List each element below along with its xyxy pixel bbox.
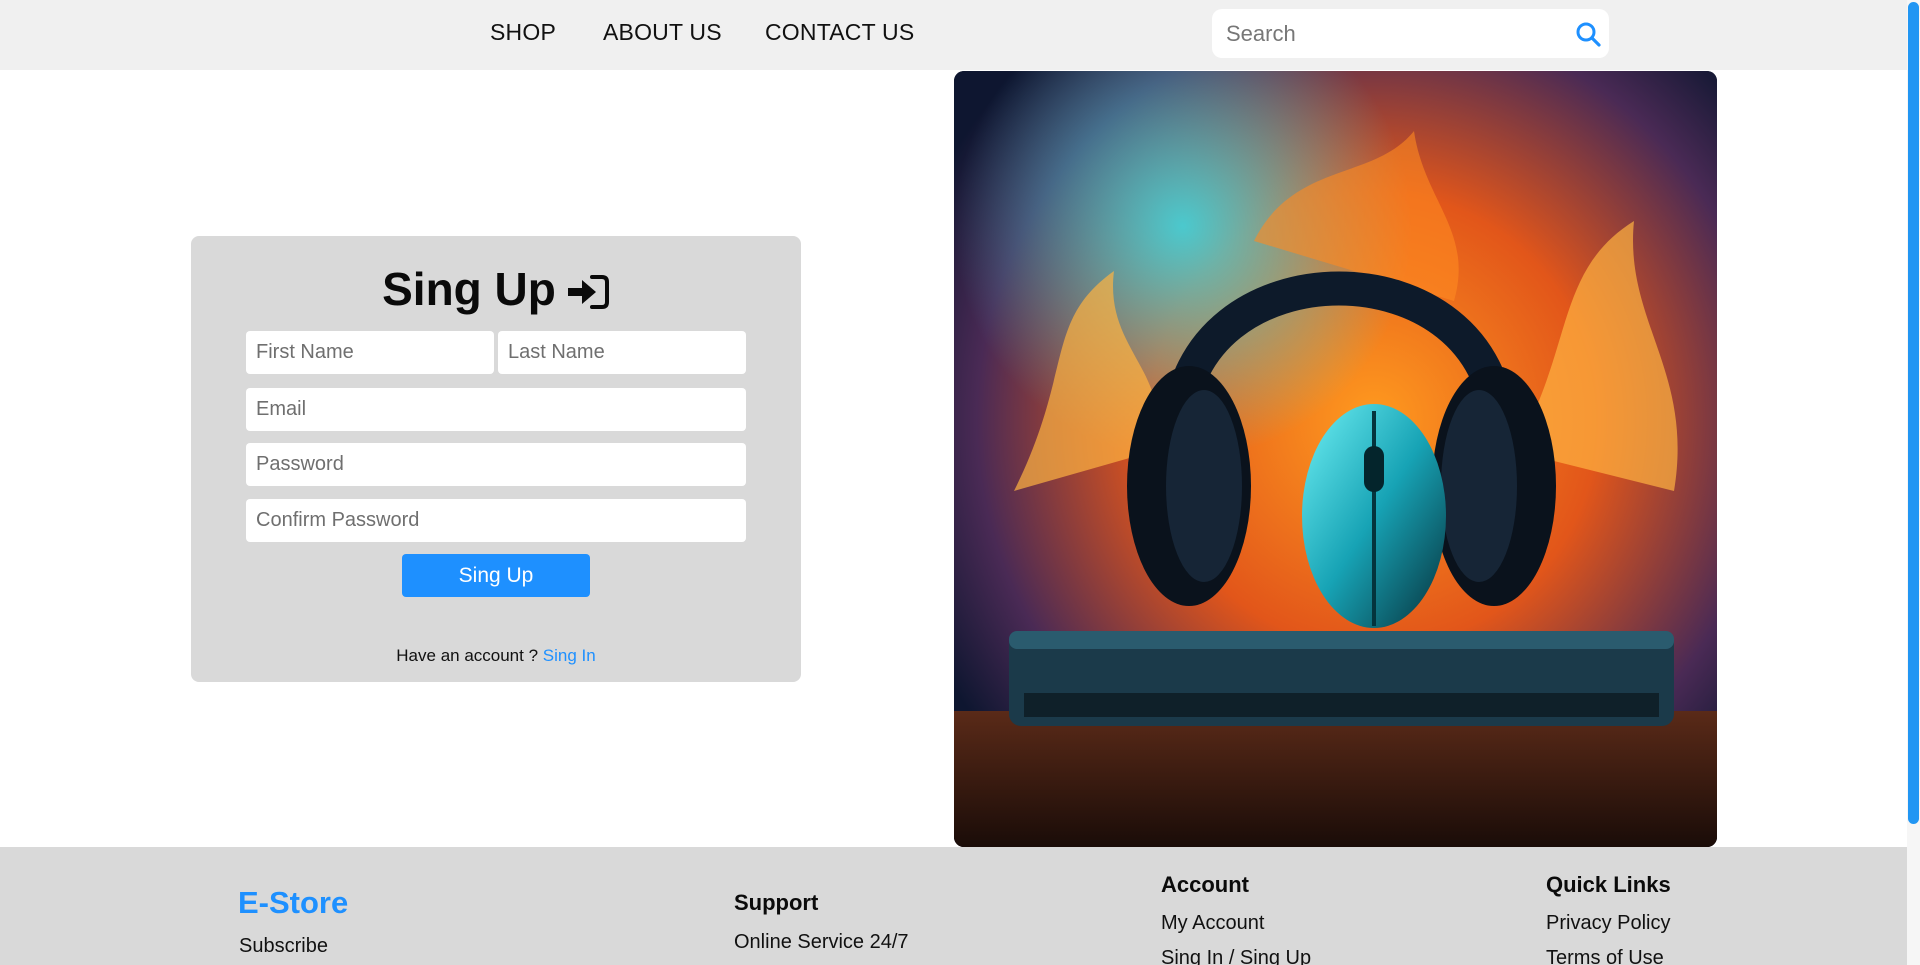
hero-image [954, 71, 1717, 847]
have-account-line: Have an account ? Sing In [191, 646, 801, 666]
nav-contact-link[interactable]: CONTACT US [765, 19, 914, 46]
last-name-field[interactable] [498, 331, 746, 374]
signup-title-text: Sing Up [382, 262, 556, 315]
footer-brand: E-Store [238, 885, 349, 920]
nav-shop-link[interactable]: SHOP [490, 19, 556, 46]
footer-quick-links-heading: Quick Links [1546, 872, 1671, 897]
email-field[interactable] [246, 388, 746, 431]
signup-submit-button[interactable]: Sing Up [402, 554, 590, 597]
first-name-field[interactable] [246, 331, 494, 374]
footer: E-Store Subscribe Support Online Service… [0, 847, 1907, 965]
footer-support-heading: Support [734, 890, 819, 915]
footer-account-heading: Account [1161, 872, 1249, 897]
footer-signin-signup-link[interactable]: Sing In / Sing Up [1161, 947, 1311, 965]
account-prompt-text: Have an account ? [396, 646, 539, 665]
footer-support-item[interactable]: Online Service 24/7 [734, 931, 909, 954]
signup-card: Sing Up Sing Up Have an account ? Sing I… [191, 236, 801, 682]
footer-my-account-link[interactable]: My Account [1161, 912, 1264, 935]
footer-subscribe-link[interactable]: Subscribe [239, 935, 328, 958]
scrollbar-thumb[interactable] [1908, 2, 1919, 824]
top-nav: SHOP ABOUT US CONTACT US [0, 0, 1907, 70]
confirm-password-field[interactable] [246, 499, 746, 542]
search-box [1212, 9, 1609, 58]
footer-terms-link[interactable]: Terms of Use [1546, 947, 1664, 965]
sign-in-icon [566, 269, 610, 309]
nav-about-link[interactable]: ABOUT US [603, 19, 722, 46]
search-input[interactable] [1224, 17, 1558, 51]
search-icon[interactable] [1575, 21, 1601, 47]
footer-privacy-link[interactable]: Privacy Policy [1546, 912, 1670, 935]
signin-link[interactable]: Sing In [543, 646, 596, 665]
signup-title: Sing Up [191, 258, 801, 316]
headphones-mouse-fire-image [954, 71, 1717, 847]
password-field[interactable] [246, 443, 746, 486]
